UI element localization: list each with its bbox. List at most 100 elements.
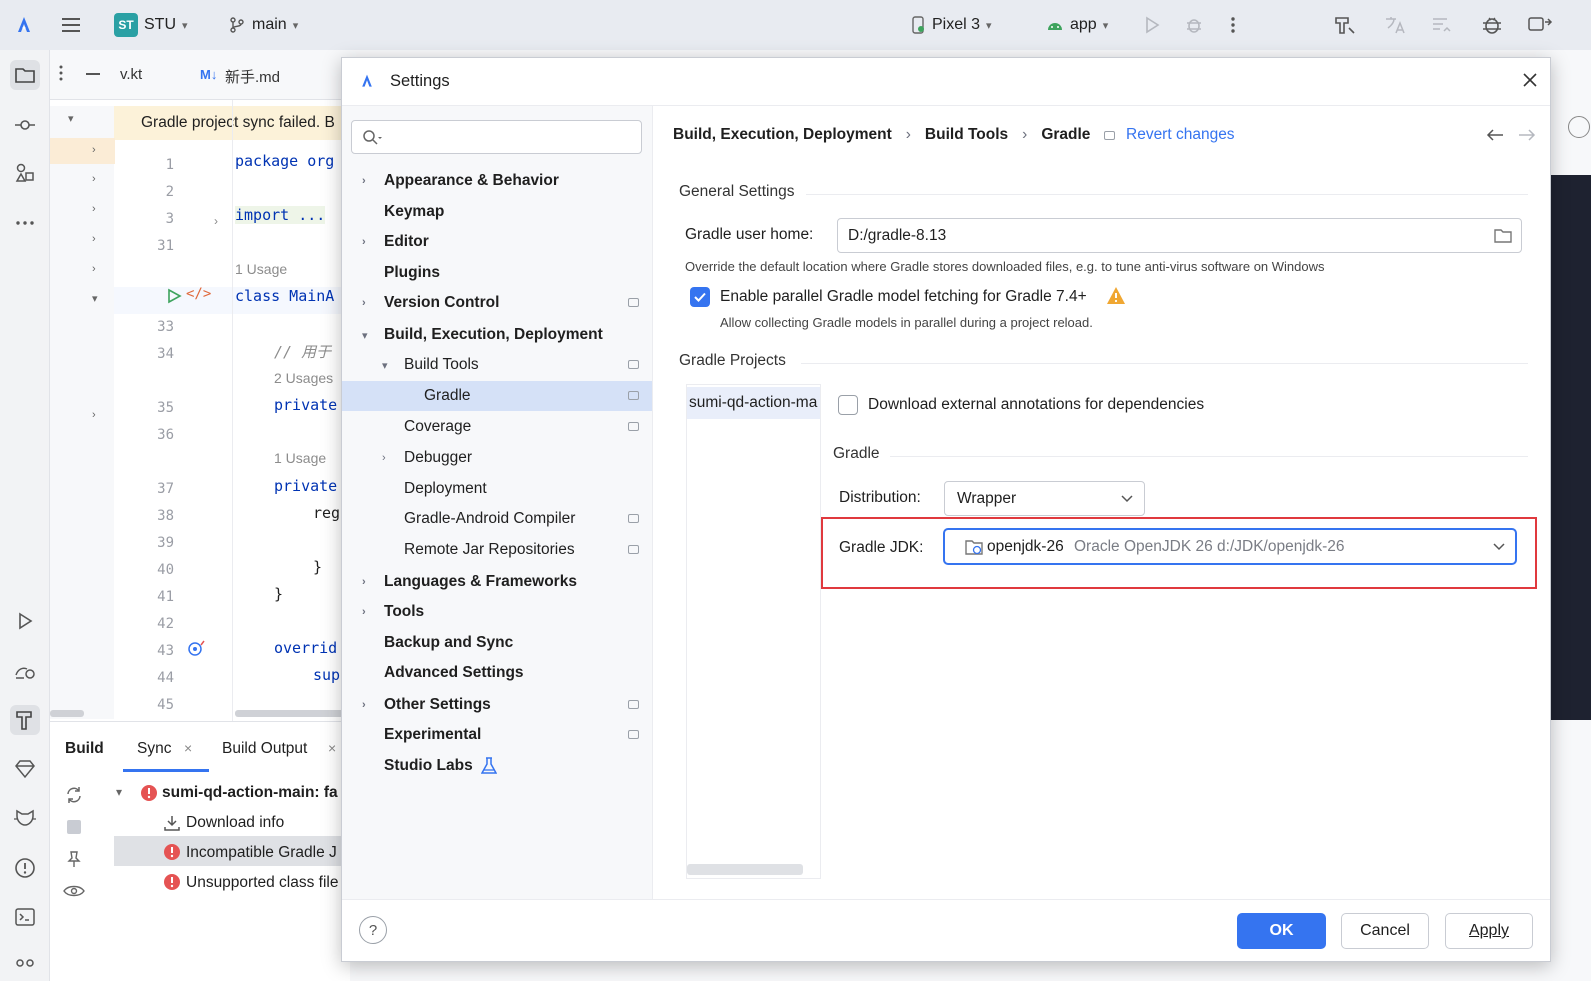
breadcrumb-item[interactable]: Build Tools [925,126,1008,144]
tree-build-tools[interactable]: ▾ Build Tools [342,350,652,380]
run-icon[interactable] [1143,10,1161,40]
list-sync-icon[interactable] [1430,10,1454,40]
tree-editor[interactable]: › Editor [342,227,652,257]
terminal-icon[interactable] [10,902,40,932]
gradle-jdk-select[interactable]: openjdk-26 Oracle OpenJDK 26 d:/JDK/open… [943,528,1517,565]
gradle-user-home-field[interactable]: D:/gradle-8.13 [837,218,1522,253]
tree-version-control[interactable]: › Version Control [342,288,652,318]
project-panel-options-icon[interactable] [58,64,64,82]
device-mirror-icon[interactable] [1527,10,1553,40]
horizontal-scrollbar[interactable] [235,710,350,717]
parallel-fetch-label[interactable]: Enable parallel Gradle model fetching fo… [720,288,1087,306]
chevron-down-icon[interactable]: ▾ [116,785,122,799]
problems-icon[interactable] [10,853,40,883]
parallel-fetch-checkbox[interactable] [690,287,710,307]
code-line: overrid [274,639,338,657]
tree-expand-icon[interactable]: ▾ [92,292,98,305]
resource-manager-icon[interactable] [10,158,40,188]
project-folder-icon[interactable] [10,60,40,90]
build-tool-icon[interactable] [10,705,40,735]
project-list-item[interactable]: sumi-qd-action-ma [687,387,820,419]
horizontal-scrollbar[interactable] [50,710,84,717]
more-horizontal-icon[interactable] [10,208,40,238]
tree-remote-jar-repositories[interactable]: Remote Jar Repositories [342,535,652,565]
breadcrumb-item[interactable]: Build, Execution, Deployment [673,126,892,144]
tab-sync[interactable]: Sync [137,740,171,758]
build-item-download[interactable]: Download info [186,814,284,832]
tree-debugger[interactable]: › Debugger [342,443,652,473]
download-annotations-checkbox[interactable] [838,395,858,415]
tree-keymap[interactable]: Keymap [342,197,652,227]
branch-selector[interactable]: main ▾ [228,10,298,40]
build-item-unsupported[interactable]: Unsupported class file [186,874,339,892]
override-gutter-icon[interactable] [187,639,207,657]
tree-backup-sync[interactable]: Backup and Sync [342,628,652,658]
commit-icon[interactable] [10,110,40,140]
ok-button[interactable]: OK [1237,913,1326,949]
tree-deployment[interactable]: Deployment [342,474,652,504]
build-hammer-icon[interactable] [1333,10,1357,40]
close-tab-icon[interactable]: × [328,740,336,756]
app-inspection-icon[interactable] [10,656,40,686]
tree-expand-icon[interactable]: › [92,203,96,215]
minimize-icon[interactable] [86,73,100,75]
download-annotations-label[interactable]: Download external annotations for depend… [868,396,1204,414]
eye-icon[interactable] [63,884,85,898]
tree-languages-frameworks[interactable]: › Languages & Frameworks [342,567,652,597]
tree-plugins[interactable]: Plugins [342,258,652,288]
distribution-select[interactable]: Wrapper [944,481,1145,516]
hamburger-menu-icon[interactable] [60,10,82,40]
tree-expand-icon[interactable]: › [92,144,96,156]
build-item-project[interactable]: sumi-qd-action-main: fa [162,784,338,802]
translate-icon[interactable] [1383,10,1407,40]
run-tool-icon[interactable] [10,606,40,636]
tree-appearance-behavior[interactable]: › Appearance & Behavior [342,166,652,196]
tree-build-execution-deployment[interactable]: ▾ Build, Execution, Deployment [342,320,652,350]
tree-tools[interactable]: › Tools [342,597,652,627]
revert-changes-link[interactable]: Revert changes [1126,126,1235,144]
debug-icon[interactable] [1184,10,1204,40]
tree-coverage[interactable]: Coverage [342,412,652,442]
help-button[interactable]: ? [359,916,387,944]
code-icon[interactable]: </> [186,286,211,302]
build-item-incompatible[interactable]: Incompatible Gradle J [186,844,337,862]
build-panel-title: Build [65,740,104,757]
logcat-icon[interactable] [10,803,40,833]
horizontal-scrollbar[interactable] [687,864,803,875]
tree-other-settings[interactable]: › Other Settings [342,690,652,720]
more-vertical-icon[interactable] [1230,10,1236,40]
tree-studio-labs[interactable]: Studio Labs [342,751,652,781]
tree-gradle[interactable]: Gradle [342,381,652,411]
browse-folder-icon[interactable] [1493,228,1513,244]
general-settings-heading: General Settings [679,183,795,200]
apply-button[interactable]: Apply [1445,913,1533,949]
tree-advanced-settings[interactable]: Advanced Settings [342,658,652,688]
tab-build-output[interactable]: Build Output [222,740,307,758]
stop-icon[interactable] [67,820,81,834]
tree-expand-icon[interactable]: › [92,233,96,245]
project-selector[interactable]: ST STU ▾ [114,10,188,40]
cancel-button[interactable]: Cancel [1341,913,1429,949]
forward-arrow-icon[interactable] [1518,128,1536,142]
fold-icon[interactable]: › [214,214,218,228]
pin-icon[interactable] [66,850,82,868]
tree-experimental[interactable]: Experimental [342,720,652,750]
tree-gradle-android-compiler[interactable]: Gradle-Android Compiler [342,504,652,534]
tree-expand-icon[interactable]: ▾ [68,112,74,125]
tree-expand-icon[interactable]: › [92,409,96,421]
settings-search-input[interactable] [351,120,642,154]
gemini-diamond-icon[interactable] [10,754,40,784]
version-control-icon[interactable] [10,948,40,978]
tree-expand-icon[interactable]: › [92,263,96,275]
run-config-selector[interactable]: app ▾ [1046,10,1108,40]
close-tab-icon[interactable]: × [184,740,192,756]
run-gutter-icon[interactable] [166,288,182,304]
sync-refresh-icon[interactable] [64,786,84,804]
tree-expand-icon[interactable]: › [92,173,96,185]
device-selector[interactable]: Pixel 3 ▾ [910,10,992,40]
bug-report-icon[interactable] [1480,10,1504,40]
back-arrow-icon[interactable] [1486,128,1504,142]
editor-tab-md[interactable]: 新手.md [225,66,280,87]
close-icon[interactable] [1522,72,1538,88]
editor-tab-kt[interactable]: v.kt [120,66,142,83]
